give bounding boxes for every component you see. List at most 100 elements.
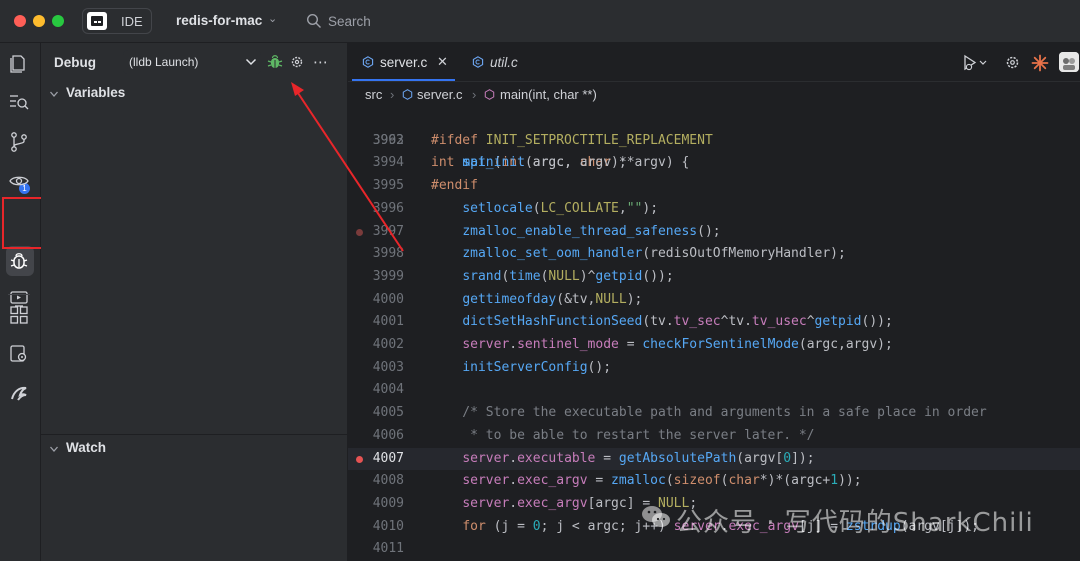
chevron-down-icon[interactable]: ⌄ — [268, 12, 277, 25]
c-file-icon — [472, 56, 484, 68]
zoom-window-button[interactable] — [52, 15, 64, 27]
line-number: 4007 — [372, 450, 404, 466]
project-selector[interactable]: redis-for-mac — [176, 13, 262, 28]
git-branch-icon[interactable] — [8, 131, 30, 153]
code-text: srand(time(NULL)^getpid()); — [462, 268, 674, 284]
watermark-text: 公众号 · 写代码的SharkChili — [676, 508, 1034, 538]
line-number: 3994 — [372, 155, 404, 171]
c-file-icon — [402, 89, 413, 100]
code-text: server.sentinel_mode = checkForSentinelM… — [462, 337, 893, 352]
line-number: 4008 — [372, 473, 404, 489]
line-number: 4005 — [372, 405, 404, 421]
ai-assistant-icon[interactable] — [1031, 54, 1049, 72]
close-window-button[interactable] — [14, 15, 26, 27]
tool-window-bar: 1 — [0, 43, 41, 561]
code-text: spt_init(argc, argv); — [462, 155, 627, 171]
code-line[interactable]: 4001 dictSetHashFunctionSeed(tv.tv_sec^t… — [348, 311, 1080, 334]
tab-util-c[interactable]: util.c — [462, 43, 552, 81]
line-number: 3997 — [372, 223, 404, 239]
line-number: 4002 — [372, 337, 404, 352]
code-line[interactable]: 4000 gettimeofday(&tv,NULL); — [348, 289, 1080, 312]
more-options-icon[interactable]: ⋯ — [313, 53, 329, 71]
chevron-right-icon: › — [472, 87, 477, 102]
code-line[interactable]: 4007 server.executable = getAbsolutePath… — [348, 447, 1080, 471]
line-number: 4004 — [372, 382, 404, 398]
breadcrumb-item[interactable]: src — [365, 87, 382, 102]
code-text: dictSetHashFunctionSeed(tv.tv_sec^tv.tv_… — [462, 314, 893, 330]
chevron-right-icon: › — [390, 87, 395, 102]
tab-label: server.c — [380, 55, 428, 70]
plugins-icon[interactable] — [8, 304, 30, 326]
code-line[interactable]: 4006 * to be able to restart the server … — [348, 425, 1080, 448]
line-number: 3998 — [372, 246, 404, 262]
code-text: gettimeofday(&tv,NULL); — [462, 291, 643, 307]
code-line[interactable]: 3999 srand(time(NULL)^getpid()); — [348, 266, 1080, 289]
line-number: 4006 — [372, 427, 404, 443]
chevron-down-icon — [245, 58, 257, 66]
debug-icon[interactable] — [8, 250, 30, 272]
ide-logo-icon — [87, 12, 107, 30]
debug-start-button[interactable] — [267, 54, 283, 70]
search-icon[interactable] — [306, 13, 322, 29]
avatar[interactable] — [1059, 52, 1079, 72]
line-number: 4010 — [372, 518, 404, 534]
title-bar: IDE redis-for-mac ⌄ Search — [0, 0, 1080, 43]
code-line[interactable]: 3996 setlocale(LC_COLLATE,""); — [348, 198, 1080, 221]
function-icon — [484, 89, 495, 100]
code-line[interactable]: 3995 #endif — [348, 175, 1080, 198]
watch-section-title[interactable]: Watch — [66, 440, 106, 455]
run-config-selector[interactable]: (lldb Launch) — [123, 50, 261, 74]
rust-icon[interactable] — [8, 383, 30, 405]
debug-panel: Debug (lldb Launch) ⋯ Variables Watch — [41, 43, 348, 561]
gear-icon[interactable] — [290, 55, 304, 69]
code-area[interactable]: 3962 int main(int argc, char **argv) { 3… — [348, 107, 1080, 561]
minimize-window-button[interactable] — [33, 15, 45, 27]
code-line[interactable]: 4005 /* Store the executable path and ar… — [348, 402, 1080, 425]
tab-label: util.c — [490, 55, 518, 70]
wechat-icon — [642, 506, 670, 527]
code-text: initServerConfig(); — [462, 359, 612, 375]
code-line[interactable]: 4011 — [348, 538, 1080, 561]
code-text: * to be able to restart the server later… — [431, 427, 815, 443]
panel-divider — [41, 434, 347, 435]
line-number: 3996 — [372, 200, 404, 216]
close-icon[interactable]: ✕ — [437, 54, 448, 70]
avatar-image — [1059, 52, 1079, 72]
eye-icon[interactable] — [8, 170, 30, 192]
run-config-label: (lldb Launch) — [129, 55, 199, 69]
code-line[interactable]: 4003 initServerConfig(); — [348, 357, 1080, 380]
tab-server-c[interactable]: server.c ✕ — [352, 43, 455, 81]
code-line[interactable]: 3993 #ifdef INIT_SETPROCTITLE_REPLACEMENT — [348, 130, 1080, 153]
project-icon[interactable] — [8, 52, 30, 74]
code-text: zmalloc_set_oom_handler(redisOutOfMemory… — [462, 246, 846, 262]
gear-icon[interactable] — [1005, 55, 1020, 70]
line-number: 4011 — [372, 541, 404, 557]
code-text: #endif — [431, 178, 478, 194]
breadcrumb: src › server.c › main(int, char **) — [348, 82, 1080, 106]
settings-icon[interactable] — [8, 343, 30, 365]
code-text: zmalloc_enable_thread_safeness(); — [462, 223, 721, 239]
code-line[interactable]: 3994 spt_init(argc, argv); — [348, 152, 1080, 175]
breadcrumb-item[interactable]: server.c — [417, 87, 463, 102]
chevron-down-icon[interactable] — [49, 444, 59, 454]
variables-section-title[interactable]: Variables — [66, 85, 125, 100]
panel-title: Debug — [54, 55, 96, 70]
code-line[interactable]: 3998 zmalloc_set_oom_handler(redisOutOfM… — [348, 243, 1080, 266]
find-icon[interactable] — [8, 91, 30, 113]
line-number: 4009 — [372, 495, 404, 511]
line-number: 4003 — [372, 359, 404, 375]
sticky-header-line[interactable]: 3962 int main(int argc, char **argv) { — [348, 107, 1080, 171]
line-number: 3995 — [372, 178, 404, 194]
c-file-icon — [362, 56, 374, 68]
search-field[interactable]: Search — [328, 14, 371, 29]
breadcrumb-item[interactable]: main(int, char **) — [500, 87, 597, 102]
code-line[interactable]: 4004 — [348, 379, 1080, 402]
code-line[interactable]: 4008 server.exec_argv = zmalloc(sizeof(c… — [348, 470, 1080, 493]
code-line[interactable]: 4002 server.sentinel_mode = checkForSent… — [348, 334, 1080, 357]
code-line[interactable]: 3997 zmalloc_enable_thread_safeness(); — [348, 221, 1080, 244]
chevron-down-icon[interactable] — [49, 89, 59, 99]
run-debug-menu-icon[interactable] — [962, 54, 988, 72]
code-text: server.exec_argv = zmalloc(sizeof(char*)… — [462, 473, 862, 489]
ide-main-menu-button[interactable]: IDE — [82, 8, 152, 34]
line-number: 4000 — [372, 291, 404, 307]
